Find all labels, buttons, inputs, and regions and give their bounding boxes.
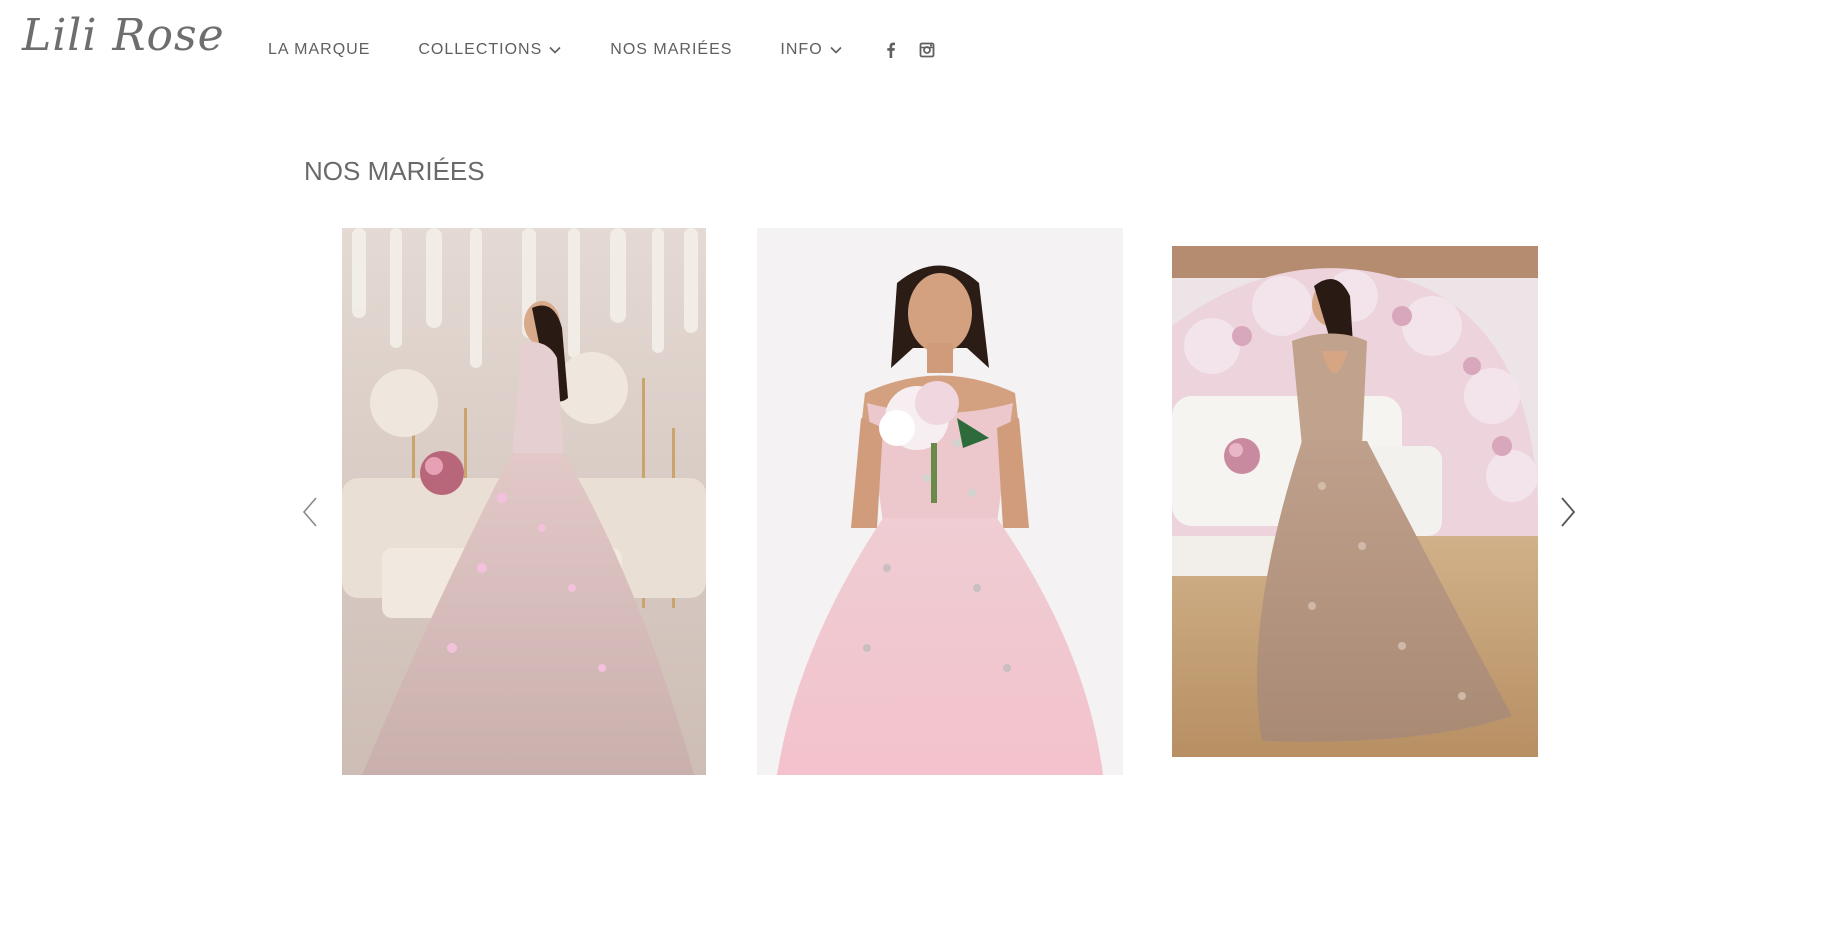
chevron-left-icon[interactable] (296, 490, 324, 534)
nav-item-info[interactable]: INFO (780, 41, 842, 59)
brand-logo[interactable]: Lili Rose (22, 10, 225, 61)
social-links (883, 41, 955, 59)
bride-photo-3 (1172, 246, 1538, 757)
nav-item-label: NOS MARIÉES (610, 41, 733, 58)
carousel-slide-3[interactable] (1172, 246, 1538, 757)
chevron-down-icon (548, 43, 562, 57)
site-header: Lili Rose LA MARQUE COLLECTIONS NOS MARI… (0, 0, 1848, 100)
chevron-down-icon (829, 43, 843, 57)
nav-item-nos-mariees[interactable]: NOS MARIÉES (610, 41, 732, 59)
bride-photo-1 (342, 228, 706, 775)
chevron-right-icon[interactable] (1554, 490, 1582, 534)
bride-photo-2 (757, 228, 1123, 775)
instagram-icon[interactable] (919, 41, 935, 59)
nav-item-label: COLLECTIONS (418, 41, 543, 58)
page-title: NOS MARIÉES (304, 156, 485, 186)
carousel-slide-2[interactable] (757, 228, 1123, 775)
facebook-icon[interactable] (883, 41, 899, 59)
nav-item-label: LA MARQUE (268, 41, 371, 58)
nav-item-la-marque[interactable]: LA MARQUE (268, 41, 370, 59)
carousel-slide-1[interactable] (342, 228, 706, 775)
main-nav: LA MARQUE COLLECTIONS NOS MARIÉES INFO (268, 38, 955, 62)
nav-item-collections[interactable]: COLLECTIONS (418, 41, 562, 59)
nav-item-label: INFO (780, 41, 823, 58)
